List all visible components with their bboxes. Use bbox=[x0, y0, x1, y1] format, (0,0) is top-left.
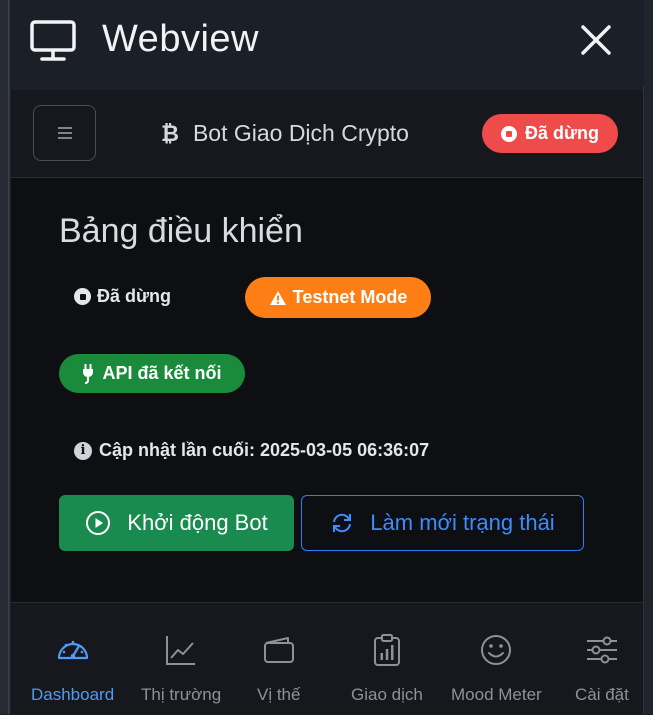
background-edge bbox=[0, 0, 9, 714]
refresh-status-button[interactable]: Làm mới trạng thái bbox=[301, 495, 584, 551]
smiley-icon bbox=[481, 635, 511, 665]
play-circle-icon bbox=[86, 511, 111, 535]
api-connected-badge: API đã kết nối bbox=[59, 354, 245, 393]
tab-settings[interactable]: Cài đặt bbox=[557, 603, 647, 715]
last-update-text: Cập nhật lần cuối: 2025-03-05 06:36:07 bbox=[99, 440, 430, 460]
webview-window: Webview ₿ Bot Giao Dịch Crypto Đã dừng B… bbox=[9, 0, 644, 714]
top-navbar: ₿ Bot Giao Dịch Crypto Đã dừng bbox=[11, 90, 643, 178]
tab-market[interactable]: Thị trường bbox=[128, 603, 234, 715]
tab-label: Cài đặt bbox=[575, 685, 629, 704]
start-bot-button[interactable]: Khởi động Bot bbox=[59, 495, 294, 551]
status-badge-label: Đã dừng bbox=[524, 123, 600, 143]
page-title: Bảng điều khiển bbox=[59, 212, 303, 250]
hamburger-menu-icon bbox=[57, 127, 72, 139]
menu-toggle-button[interactable] bbox=[33, 105, 96, 161]
bottom-tab-bar: Dashboard Thị trường Vị thế Giao dịch Mo… bbox=[11, 602, 643, 714]
app-root: ₿ Bot Giao Dịch Crypto Đã dừng Bảng điều… bbox=[11, 90, 643, 714]
tab-label: Vị thế bbox=[257, 685, 301, 704]
stop-circle-icon bbox=[500, 125, 517, 142]
tab-trades[interactable]: Giao dịch bbox=[333, 603, 441, 715]
clipboard-chart-icon bbox=[374, 634, 400, 666]
start-bot-label: Khởi động Bot bbox=[127, 510, 268, 535]
last-update: i Cập nhật lần cuối: 2025-03-05 06:36:07 bbox=[74, 440, 429, 461]
window-title: Webview bbox=[102, 18, 259, 60]
refresh-status-label: Làm mới trạng thái bbox=[370, 510, 555, 535]
speedometer-icon bbox=[57, 640, 89, 660]
app-brand[interactable]: ₿ Bot Giao Dịch Crypto bbox=[161, 120, 409, 147]
api-connected-label: API đã kết nối bbox=[102, 363, 222, 383]
tab-dashboard[interactable]: Dashboard bbox=[18, 603, 128, 715]
monitor-icon bbox=[30, 20, 76, 61]
tab-label: Dashboard bbox=[31, 685, 115, 704]
info-icon: i bbox=[74, 441, 92, 460]
brand-title: Bot Giao Dịch Crypto bbox=[192, 120, 409, 146]
tab-mood-meter[interactable]: Mood Meter bbox=[441, 603, 551, 715]
dashboard-panel: Bảng điều khiển Đã dừng Testnet Mode API… bbox=[11, 178, 643, 602]
tab-positions[interactable]: Vị thế bbox=[234, 603, 324, 715]
status-badge: Đã dừng bbox=[482, 114, 618, 153]
window-titlebar: Webview bbox=[10, 0, 644, 86]
testnet-mode-badge: Testnet Mode bbox=[245, 277, 431, 318]
tab-label: Mood Meter bbox=[451, 685, 542, 704]
screen: Webview ₿ Bot Giao Dịch Crypto Đã dừng B… bbox=[0, 0, 653, 714]
warning-icon bbox=[269, 290, 286, 305]
tab-label: Thị trường bbox=[141, 685, 222, 704]
testnet-mode-label: Testnet Mode bbox=[292, 287, 408, 307]
wallet-icon bbox=[264, 637, 294, 663]
tab-label: Giao dịch bbox=[351, 685, 423, 704]
refresh-icon bbox=[333, 513, 352, 533]
line-chart-icon bbox=[166, 636, 195, 665]
bot-status: Đã dừng bbox=[74, 286, 171, 307]
plug-icon bbox=[83, 363, 94, 384]
bitcoin-icon: ₿ bbox=[161, 120, 179, 146]
sliders-icon bbox=[587, 636, 617, 664]
close-icon[interactable] bbox=[578, 22, 614, 58]
bot-status-label: Đã dừng bbox=[97, 286, 172, 306]
stop-circle-icon bbox=[74, 288, 91, 305]
